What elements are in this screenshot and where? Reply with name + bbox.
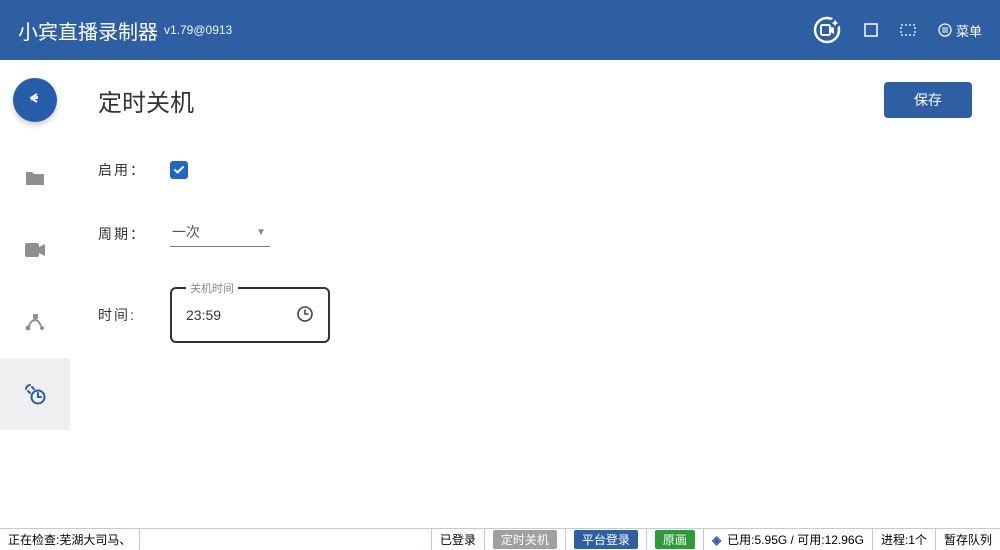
enable-label: 启用： [98,160,170,180]
status-queue[interactable]: 暂存队列 [936,529,1000,550]
back-button[interactable] [13,78,57,122]
chevron-down-icon: ▼ [256,227,266,238]
period-value: 一次 [172,222,200,242]
sidebar-item-schedule[interactable] [0,358,70,430]
status-checking: 正在检查: 芜湖大司马、 [0,529,140,550]
page-title: 定时关机 [98,83,194,118]
status-chip-quality[interactable]: 原画 [647,529,704,550]
status-bar: 正在检查: 芜湖大司马、 已登录 定时关机 平台登录 原画 ◈ 已用:5.95G… [0,528,1000,550]
app-header: 小宾直播录制器 v1.79@0913 菜单 [0,0,1000,60]
menu-button[interactable]: 菜单 [938,21,982,40]
window-square-icon[interactable] [864,23,878,37]
sidebar [0,60,70,528]
disk-icon: ◈ [712,533,721,547]
sidebar-item-record[interactable] [0,214,70,286]
app-title: 小宾直播录制器 [18,16,158,45]
status-chip-shutdown[interactable]: 定时关机 [485,529,566,550]
save-button[interactable]: 保存 [884,82,972,118]
sidebar-item-cleanup[interactable] [0,286,70,358]
status-disk: ◈ 已用:5.95G / 可用:12.96G [704,529,873,550]
shutdown-time-input[interactable]: 关机时间 23:59 [170,287,330,343]
period-label: 周期： [98,224,170,244]
time-value: 23:59 [186,307,221,323]
record-add-icon[interactable] [812,15,842,45]
enable-checkbox[interactable] [170,161,188,179]
app-version: v1.79@0913 [164,23,232,37]
clock-icon [296,305,314,326]
time-label: 时间: [98,305,170,325]
main-panel: 定时关机 保存 启用： 周期： 一次 ▼ 时间: 关机时间 [70,60,1000,528]
sidebar-item-folder[interactable] [0,142,70,214]
status-process: 进程:1个 [873,529,936,550]
window-dashed-icon[interactable] [900,24,916,36]
time-legend: 关机时间 [186,280,238,296]
period-select[interactable]: 一次 ▼ [170,220,270,247]
menu-label: 菜单 [956,21,982,40]
status-login[interactable]: 已登录 [432,529,485,550]
status-chip-platform[interactable]: 平台登录 [566,529,647,550]
